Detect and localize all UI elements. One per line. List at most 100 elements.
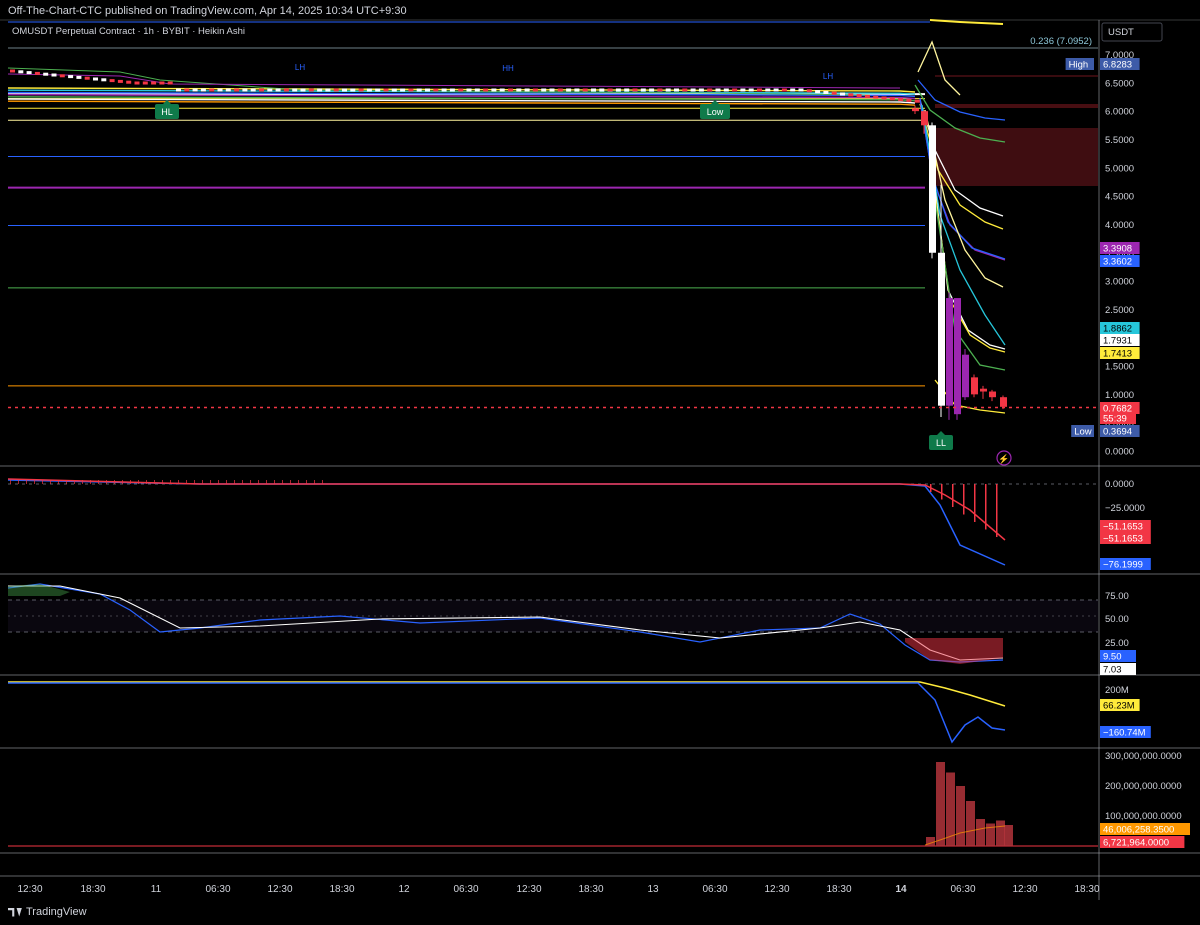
macd-histogram-bar — [42, 480, 43, 484]
candle — [690, 88, 696, 92]
candle — [34, 71, 40, 75]
candle — [242, 88, 248, 92]
macd-histogram-bar — [90, 480, 91, 484]
supply-zone — [935, 128, 1098, 186]
candle-body — [962, 354, 969, 398]
macd-histogram-bar — [178, 480, 179, 484]
time-tick-label: 12 — [398, 884, 410, 895]
macd-histogram-bar — [322, 480, 323, 484]
tradingview-logo[interactable]: TradingView — [8, 906, 87, 918]
time-tick-label: 06:30 — [950, 884, 975, 895]
price-tick-label: 4.5000 — [1105, 192, 1134, 203]
macd-histogram-bar — [963, 484, 965, 515]
volume-bar — [966, 801, 975, 846]
tradingview-logo-icon — [8, 907, 22, 917]
candle — [541, 88, 547, 92]
time-tick-label: 06:30 — [205, 884, 230, 895]
marker-low: Low — [707, 107, 724, 117]
candle — [549, 88, 555, 92]
candle — [499, 88, 505, 92]
candle — [466, 88, 472, 92]
brand-text: TradingView — [26, 906, 87, 918]
candle — [292, 88, 298, 92]
candle — [707, 88, 713, 92]
time-tick-label: 11 — [151, 884, 162, 895]
macd-histogram-bar — [996, 484, 998, 537]
macd-histogram-bar — [58, 480, 59, 484]
macd-histogram-bar — [186, 480, 187, 484]
candle — [441, 88, 447, 92]
candle — [283, 88, 289, 92]
candle — [101, 78, 107, 82]
candle — [126, 80, 132, 84]
candle-body — [946, 298, 953, 406]
macd-histogram-bar — [941, 484, 943, 500]
candle — [491, 88, 497, 92]
candle — [715, 88, 721, 92]
candle-body — [921, 111, 928, 126]
candle — [176, 88, 181, 92]
time-tick-label: 13 — [647, 884, 659, 895]
candle — [408, 88, 414, 92]
candle-body — [929, 125, 936, 253]
candle — [391, 88, 397, 92]
macd-histogram-bar — [146, 480, 147, 484]
candle — [425, 88, 430, 92]
price-tag-3: 1.8862 — [1103, 324, 1132, 335]
candle — [449, 88, 455, 92]
candle — [308, 88, 314, 92]
time-tick-label: 14 — [895, 884, 907, 895]
price-tag-1: 3.3908 — [1103, 244, 1132, 255]
volume-tag-0: 46,006,258.3500 — [1103, 825, 1174, 836]
candle — [557, 88, 563, 92]
chart-title: OMUSDT Perpetual Contract · 1h · BYBIT ·… — [12, 26, 245, 37]
candle — [68, 75, 74, 79]
price-tick-label: 3.0000 — [1105, 277, 1134, 288]
candle — [781, 88, 787, 92]
candle — [640, 88, 646, 92]
candle — [864, 94, 870, 98]
candle — [508, 88, 513, 92]
macd-histogram-bar — [234, 480, 235, 484]
candle — [184, 88, 190, 92]
chart-canvas[interactable]: OMUSDT Perpetual Contract · 1h · BYBIT ·… — [0, 0, 1200, 925]
candle — [10, 69, 15, 73]
macd-histogram-bar — [210, 480, 211, 484]
candle — [806, 89, 812, 93]
candle — [823, 90, 829, 94]
time-tick-label: 18:30 — [1074, 884, 1099, 895]
candle — [740, 88, 746, 92]
macd-tick-label: 0.0000 — [1105, 479, 1134, 490]
price-tag-0: 6.8283 — [1103, 60, 1132, 71]
price-tick-label: 1.0000 — [1105, 390, 1134, 401]
candle-body — [1000, 397, 1007, 407]
macd-histogram-bar — [985, 484, 987, 530]
candle — [159, 81, 165, 85]
alert-icon-glyph: ⚡ — [998, 453, 1009, 465]
candle — [416, 88, 422, 92]
volume-tick-label: 300,000,000.0000 — [1105, 751, 1182, 762]
time-tick-label: 06:30 — [453, 884, 478, 895]
candle — [342, 88, 347, 92]
marker-hh: HH — [502, 64, 514, 73]
candle — [624, 88, 630, 92]
macd-tag-0: −51.1653 — [1103, 522, 1143, 533]
candle — [524, 88, 530, 92]
supply-line — [935, 104, 1098, 108]
candle-body — [989, 391, 996, 398]
candle — [43, 72, 49, 76]
macd-histogram-bar — [250, 480, 251, 484]
macd-histogram-bar — [194, 480, 195, 484]
price-tag-label: Low — [1074, 427, 1092, 438]
macd-histogram-bar — [202, 480, 203, 484]
candle — [18, 70, 24, 74]
candle-body — [980, 388, 987, 392]
candle — [300, 88, 306, 92]
candle — [200, 88, 206, 92]
macd-histogram-bar — [274, 480, 275, 484]
marker-arrow — [937, 431, 945, 435]
macd-histogram-bar — [130, 480, 131, 484]
candle — [856, 94, 862, 98]
candle — [840, 92, 845, 96]
candle — [889, 97, 895, 101]
